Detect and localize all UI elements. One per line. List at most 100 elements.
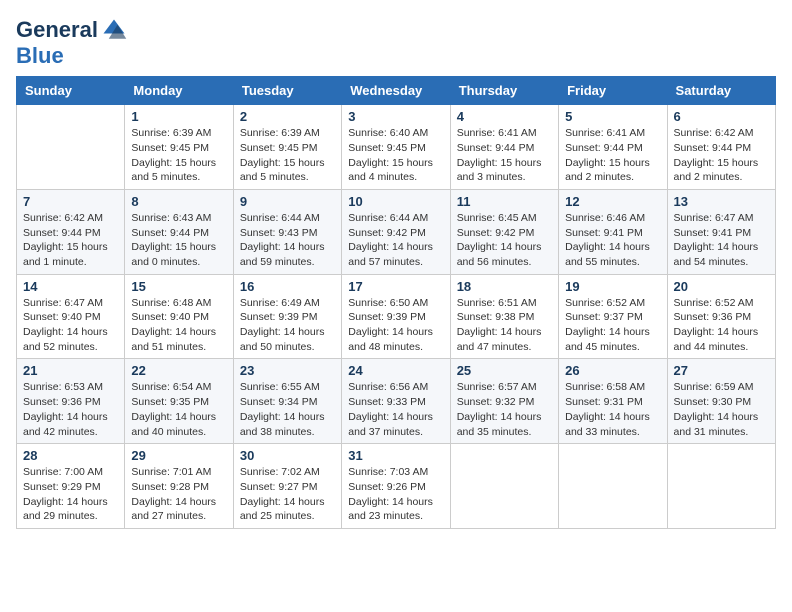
day-info: Sunrise: 6:52 AMSunset: 9:37 PMDaylight:…: [565, 296, 660, 355]
calendar-cell: 10 Sunrise: 6:44 AMSunset: 9:42 PMDayligh…: [342, 189, 450, 274]
day-number: 11: [457, 194, 552, 209]
calendar-cell: 8 Sunrise: 6:43 AMSunset: 9:44 PMDaylight…: [125, 189, 233, 274]
day-info: Sunrise: 6:56 AMSunset: 9:33 PMDaylight:…: [348, 380, 443, 439]
calendar-cell: 2 Sunrise: 6:39 AMSunset: 9:45 PMDaylight…: [233, 105, 341, 190]
calendar-cell: [559, 444, 667, 529]
calendar-week-row: 14Sunrise: 6:47 AMSunset: 9:40 PMDayligh…: [17, 274, 776, 359]
day-info: Sunrise: 7:01 AMSunset: 9:28 PMDaylight:…: [131, 465, 226, 524]
day-number: 29: [131, 448, 226, 463]
day-info: Sunrise: 6:54 AMSunset: 9:35 PMDaylight:…: [131, 380, 226, 439]
calendar-cell: 31 Sunrise: 7:03 AMSunset: 9:26 PMDayligh…: [342, 444, 450, 529]
calendar-week-row: 1 Sunrise: 6:39 AMSunset: 9:45 PMDaylight…: [17, 105, 776, 190]
calendar-cell: 28 Sunrise: 7:00 AMSunset: 9:29 PMDayligh…: [17, 444, 125, 529]
day-number: 3: [348, 109, 443, 124]
day-info: Sunrise: 6:44 AMSunset: 9:42 PMDaylight:…: [348, 211, 443, 270]
day-number: 9: [240, 194, 335, 209]
calendar-cell: 16 Sunrise: 6:49 AMSunset: 9:39 PMDayligh…: [233, 274, 341, 359]
day-number: 19: [565, 279, 660, 294]
day-info: Sunrise: 6:39 AMSunset: 9:45 PMDaylight:…: [131, 126, 226, 185]
calendar-cell: 13 Sunrise: 6:47 AMSunset: 9:41 PMDayligh…: [667, 189, 775, 274]
logo-icon: [100, 16, 128, 44]
calendar-cell: 27 Sunrise: 6:59 AMSunset: 9:30 PMDayligh…: [667, 359, 775, 444]
calendar-cell: 17Sunrise: 6:50 AMSunset: 9:39 PMDayligh…: [342, 274, 450, 359]
calendar-week-row: 7 Sunrise: 6:42 AMSunset: 9:44 PMDaylight…: [17, 189, 776, 274]
calendar-week-row: 21 Sunrise: 6:53 AMSunset: 9:36 PMDayligh…: [17, 359, 776, 444]
day-info: Sunrise: 6:55 AMSunset: 9:34 PMDaylight:…: [240, 380, 335, 439]
calendar-cell: 20 Sunrise: 6:52 AMSunset: 9:36 PMDayligh…: [667, 274, 775, 359]
calendar-cell: 19 Sunrise: 6:52 AMSunset: 9:37 PMDayligh…: [559, 274, 667, 359]
day-number: 12: [565, 194, 660, 209]
day-info: Sunrise: 6:47 AMSunset: 9:40 PMDaylight:…: [23, 296, 118, 355]
day-info: Sunrise: 6:42 AMSunset: 9:44 PMDaylight:…: [23, 211, 118, 270]
calendar-cell: 30Sunrise: 7:02 AMSunset: 9:27 PMDayligh…: [233, 444, 341, 529]
day-info: Sunrise: 7:02 AMSunset: 9:27 PMDaylight:…: [240, 465, 335, 524]
day-info: Sunrise: 6:39 AMSunset: 9:45 PMDaylight:…: [240, 126, 335, 185]
calendar-table: SundayMondayTuesdayWednesdayThursdayFrid…: [16, 76, 776, 529]
day-number: 4: [457, 109, 552, 124]
day-number: 21: [23, 363, 118, 378]
day-info: Sunrise: 6:50 AMSunset: 9:39 PMDaylight:…: [348, 296, 443, 355]
day-info: Sunrise: 6:40 AMSunset: 9:45 PMDaylight:…: [348, 126, 443, 185]
calendar-cell: 29 Sunrise: 7:01 AMSunset: 9:28 PMDayligh…: [125, 444, 233, 529]
day-number: 31: [348, 448, 443, 463]
calendar-cell: 22 Sunrise: 6:54 AMSunset: 9:35 PMDayligh…: [125, 359, 233, 444]
calendar-cell: 23 Sunrise: 6:55 AMSunset: 9:34 PMDayligh…: [233, 359, 341, 444]
column-header-thursday: Thursday: [450, 77, 558, 105]
day-info: Sunrise: 6:47 AMSunset: 9:41 PMDaylight:…: [674, 211, 769, 270]
column-header-friday: Friday: [559, 77, 667, 105]
day-number: 18: [457, 279, 552, 294]
calendar-cell: [17, 105, 125, 190]
column-header-wednesday: Wednesday: [342, 77, 450, 105]
day-number: 7: [23, 194, 118, 209]
day-info: Sunrise: 7:03 AMSunset: 9:26 PMDaylight:…: [348, 465, 443, 524]
logo-text-blue: Blue: [16, 43, 64, 68]
column-header-sunday: Sunday: [17, 77, 125, 105]
day-info: Sunrise: 6:52 AMSunset: 9:36 PMDaylight:…: [674, 296, 769, 355]
logo-text-general: General: [16, 18, 98, 42]
day-number: 16: [240, 279, 335, 294]
day-info: Sunrise: 6:57 AMSunset: 9:32 PMDaylight:…: [457, 380, 552, 439]
day-number: 27: [674, 363, 769, 378]
day-number: 23: [240, 363, 335, 378]
calendar-cell: 3 Sunrise: 6:40 AMSunset: 9:45 PMDaylight…: [342, 105, 450, 190]
calendar-cell: 9 Sunrise: 6:44 AMSunset: 9:43 PMDaylight…: [233, 189, 341, 274]
day-number: 1: [131, 109, 226, 124]
day-number: 2: [240, 109, 335, 124]
calendar-cell: 18 Sunrise: 6:51 AMSunset: 9:38 PMDayligh…: [450, 274, 558, 359]
logo: General Blue: [16, 16, 128, 68]
page-header: General Blue: [16, 16, 776, 68]
calendar-cell: 7 Sunrise: 6:42 AMSunset: 9:44 PMDaylight…: [17, 189, 125, 274]
day-number: 24: [348, 363, 443, 378]
day-number: 28: [23, 448, 118, 463]
calendar-cell: 11 Sunrise: 6:45 AMSunset: 9:42 PMDayligh…: [450, 189, 558, 274]
calendar-week-row: 28 Sunrise: 7:00 AMSunset: 9:29 PMDayligh…: [17, 444, 776, 529]
day-info: Sunrise: 6:53 AMSunset: 9:36 PMDaylight:…: [23, 380, 118, 439]
calendar-cell: 26Sunrise: 6:58 AMSunset: 9:31 PMDayligh…: [559, 359, 667, 444]
calendar-cell: 24 Sunrise: 6:56 AMSunset: 9:33 PMDayligh…: [342, 359, 450, 444]
calendar-cell: 12Sunrise: 6:46 AMSunset: 9:41 PMDayligh…: [559, 189, 667, 274]
day-number: 10: [348, 194, 443, 209]
day-info: Sunrise: 6:41 AMSunset: 9:44 PMDaylight:…: [457, 126, 552, 185]
day-info: Sunrise: 7:00 AMSunset: 9:29 PMDaylight:…: [23, 465, 118, 524]
day-info: Sunrise: 6:44 AMSunset: 9:43 PMDaylight:…: [240, 211, 335, 270]
day-number: 20: [674, 279, 769, 294]
day-number: 6: [674, 109, 769, 124]
calendar-header-row: SundayMondayTuesdayWednesdayThursdayFrid…: [17, 77, 776, 105]
calendar-cell: [450, 444, 558, 529]
day-info: Sunrise: 6:42 AMSunset: 9:44 PMDaylight:…: [674, 126, 769, 185]
column-header-monday: Monday: [125, 77, 233, 105]
day-info: Sunrise: 6:41 AMSunset: 9:44 PMDaylight:…: [565, 126, 660, 185]
day-info: Sunrise: 6:45 AMSunset: 9:42 PMDaylight:…: [457, 211, 552, 270]
calendar-cell: 25Sunrise: 6:57 AMSunset: 9:32 PMDayligh…: [450, 359, 558, 444]
day-number: 26: [565, 363, 660, 378]
day-number: 13: [674, 194, 769, 209]
day-info: Sunrise: 6:51 AMSunset: 9:38 PMDaylight:…: [457, 296, 552, 355]
day-number: 8: [131, 194, 226, 209]
calendar-cell: 15Sunrise: 6:48 AMSunset: 9:40 PMDayligh…: [125, 274, 233, 359]
day-info: Sunrise: 6:59 AMSunset: 9:30 PMDaylight:…: [674, 380, 769, 439]
day-number: 5: [565, 109, 660, 124]
day-info: Sunrise: 6:43 AMSunset: 9:44 PMDaylight:…: [131, 211, 226, 270]
day-number: 22: [131, 363, 226, 378]
column-header-saturday: Saturday: [667, 77, 775, 105]
day-info: Sunrise: 6:49 AMSunset: 9:39 PMDaylight:…: [240, 296, 335, 355]
